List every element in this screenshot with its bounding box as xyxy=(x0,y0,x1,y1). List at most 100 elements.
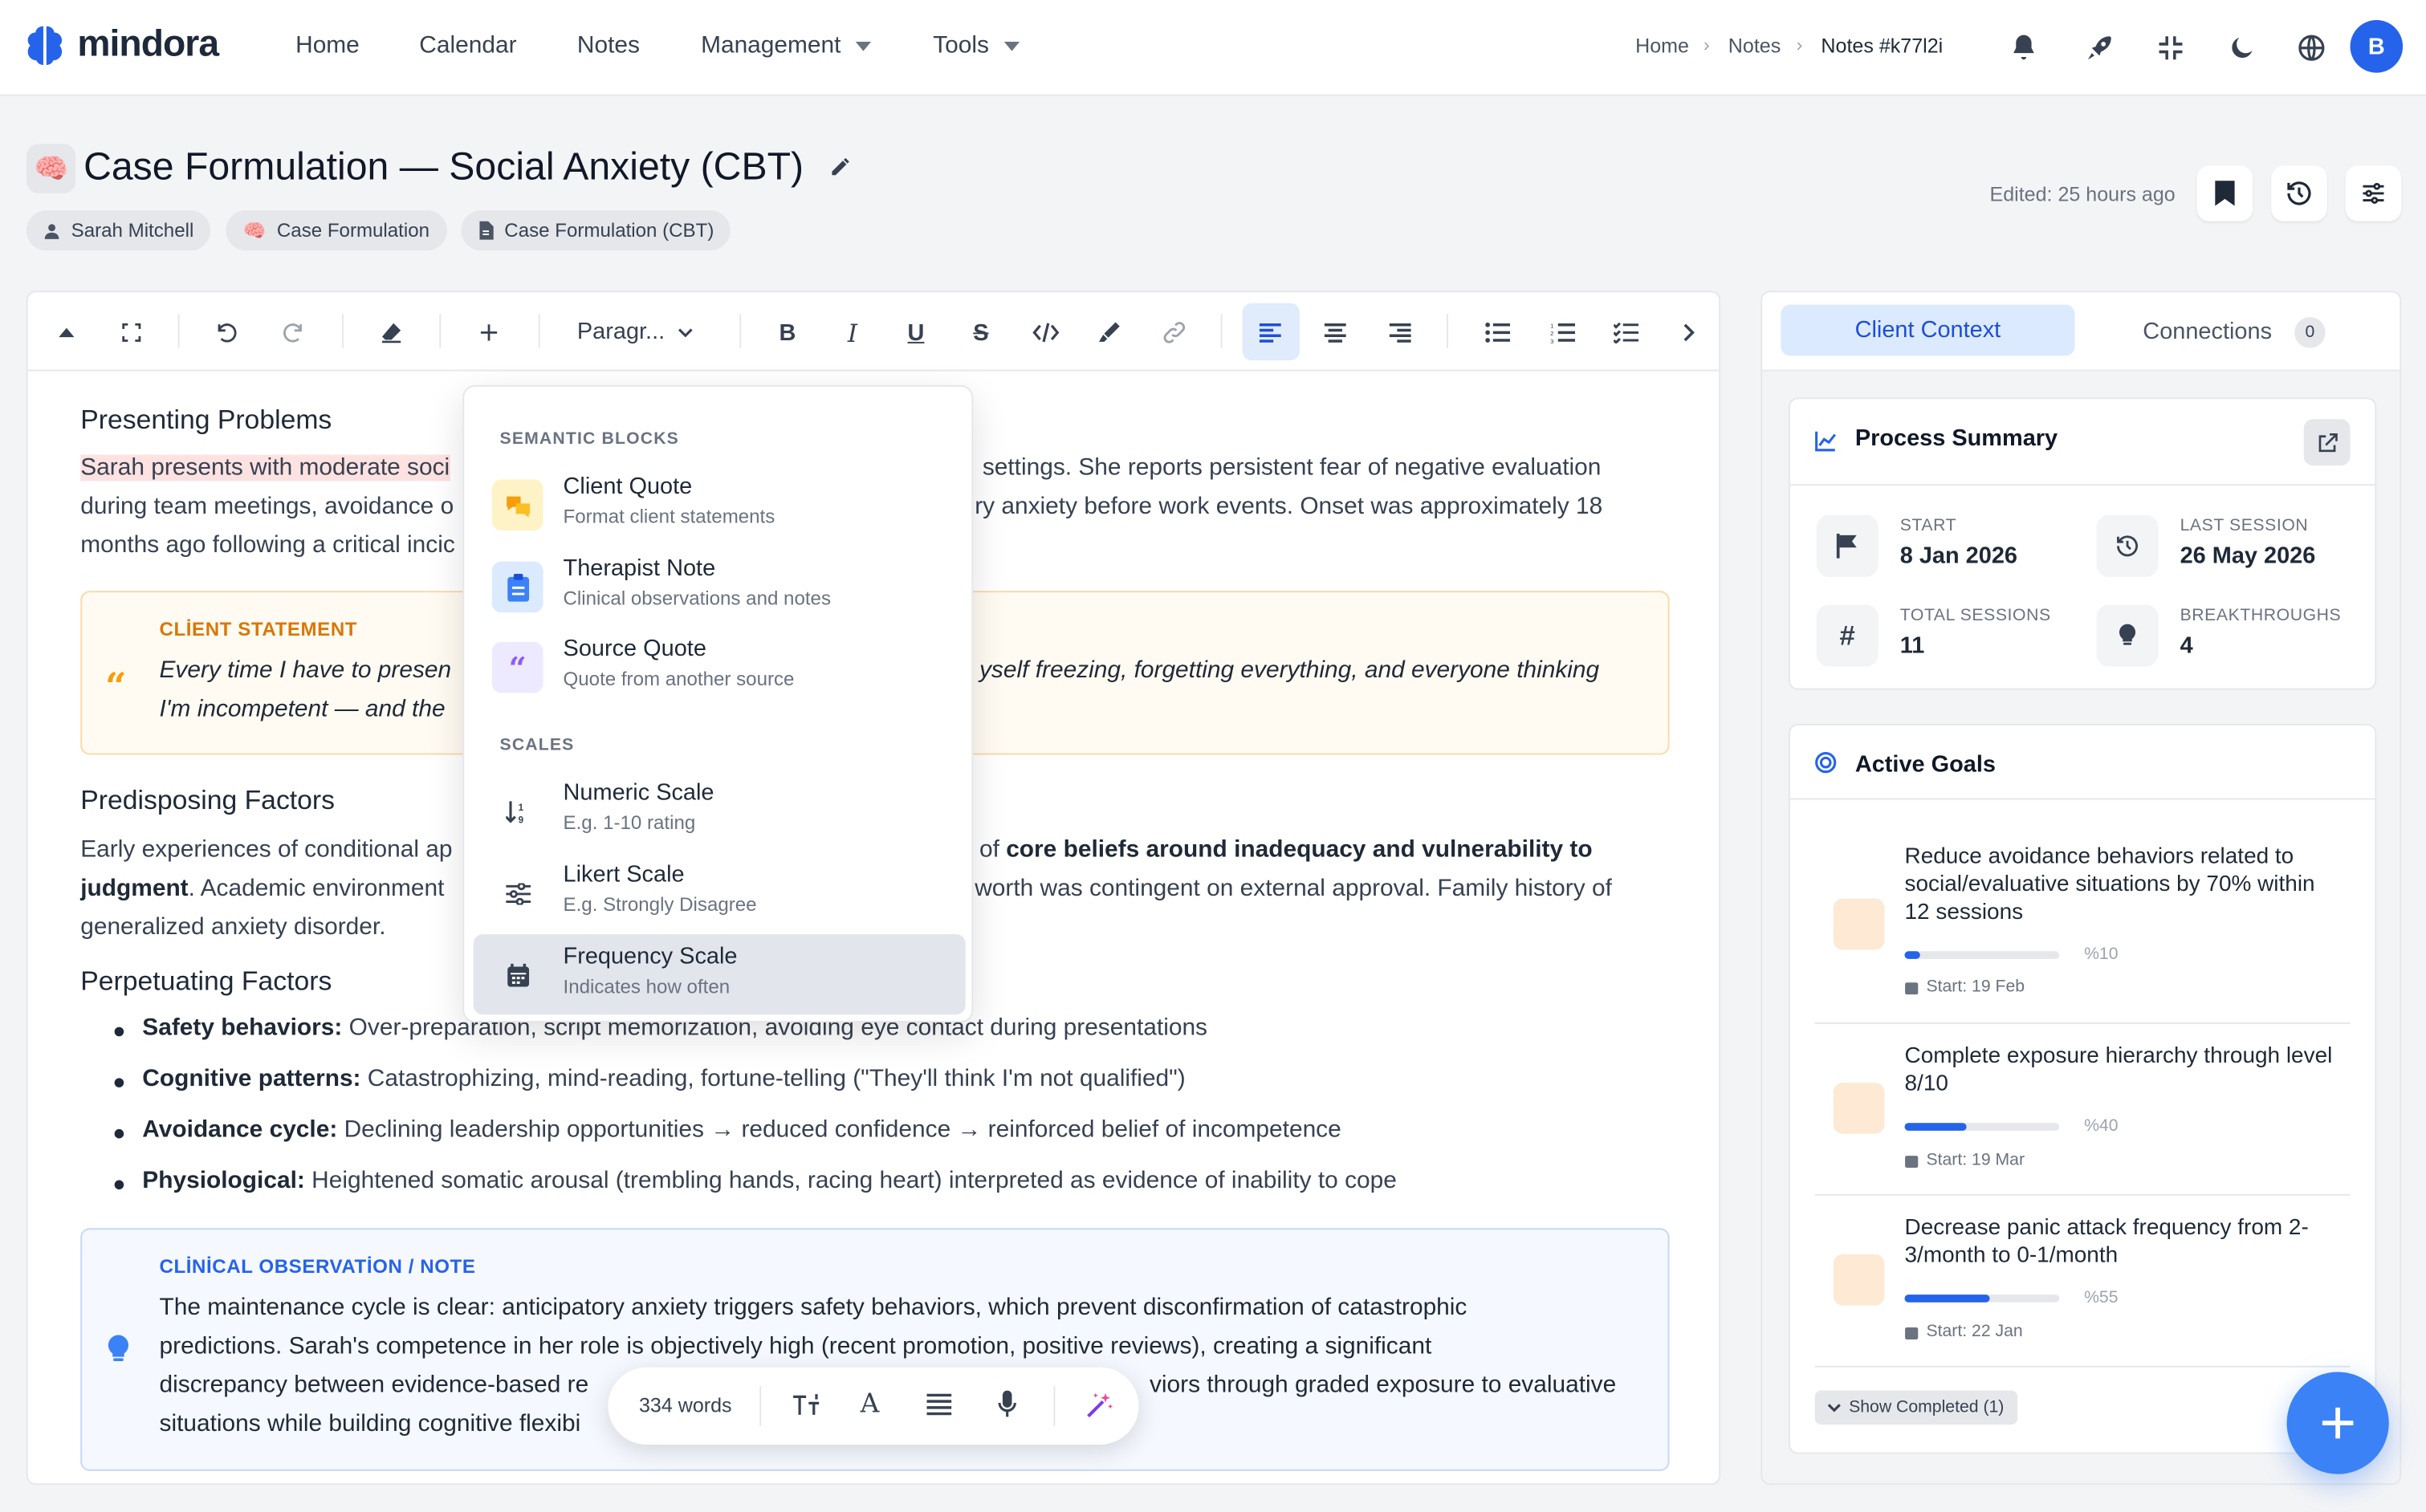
bold-text: core beliefs around inadequacy and vulne… xyxy=(1006,836,1593,864)
menu-item-frequency-scale[interactable]: Frequency Scale Indicates how often xyxy=(473,934,966,1015)
app-logo[interactable]: mindora xyxy=(25,22,219,67)
menu-item-source-quote[interactable]: “ Source Quote Quote from another source xyxy=(474,627,966,707)
goal-date-text: Start: 19 Mar xyxy=(1926,1150,2025,1170)
italic-button[interactable]: I xyxy=(832,312,873,352)
toolbar-more-button[interactable] xyxy=(1670,312,1710,352)
nav-notes[interactable]: Notes xyxy=(577,32,640,60)
clear-format-button[interactable] xyxy=(372,312,412,352)
align-right-button[interactable] xyxy=(1380,312,1420,352)
plus-icon xyxy=(2319,1404,2356,1441)
nav-calendar[interactable]: Calendar xyxy=(419,32,516,60)
bullet-label: Physiological: xyxy=(142,1168,305,1194)
fullscreen-button[interactable] xyxy=(112,312,152,352)
tab-connections[interactable]: Connections xyxy=(2143,319,2272,345)
globe-icon[interactable] xyxy=(2291,28,2331,68)
chat-bubbles-icon xyxy=(491,479,543,531)
menu-item-subtitle: Quote from another source xyxy=(563,668,795,690)
clipboard-icon xyxy=(491,561,543,613)
menu-item-client-quote[interactable]: Client Quote Format client statements xyxy=(474,464,966,544)
code-button[interactable] xyxy=(1026,312,1066,352)
redo-button[interactable] xyxy=(272,312,312,352)
collapse-toolbar-button[interactable] xyxy=(47,312,87,352)
bookmark-button[interactable] xyxy=(2196,165,2253,222)
nav-tools[interactable]: Tools xyxy=(933,32,1020,60)
align-justify-icon[interactable] xyxy=(926,1393,952,1416)
breadcrumb-notes[interactable]: Notes xyxy=(1728,34,1781,57)
show-completed-button[interactable]: Show Completed (1) xyxy=(1814,1390,2018,1425)
plus-icon xyxy=(478,322,500,343)
app-name: mindora xyxy=(77,22,219,65)
breadcrumb-home[interactable]: Home xyxy=(1635,34,1689,57)
lightbulb-icon xyxy=(2096,604,2159,667)
link-button[interactable] xyxy=(1154,312,1195,352)
highlighted-text: Sarah presents with moderate soci xyxy=(80,454,450,482)
rocket-icon[interactable] xyxy=(2079,28,2119,68)
numbered-list-button[interactable]: 123 xyxy=(1543,312,1583,352)
connections-count-badge: 0 xyxy=(2294,317,2326,348)
nav-management-label: Management xyxy=(701,32,841,59)
goal-item[interactable]: Complete exposure hierarchy through leve… xyxy=(1815,1043,2351,1181)
bookmark-icon xyxy=(2212,180,2237,208)
client-context-panel: Client Context Connections 0 Process Sum… xyxy=(1760,291,2402,1486)
underline-button[interactable]: U xyxy=(896,312,936,352)
tab-client-context[interactable]: Client Context xyxy=(1781,304,2075,356)
goal-text: Complete exposure hierarchy through leve… xyxy=(1904,1043,2333,1097)
menu-item-numeric-scale[interactable]: 19 Numeric Scale E.g. 1-10 rating xyxy=(474,770,966,851)
list-item: Avoidance cycle: Declining leadership op… xyxy=(114,1117,1341,1145)
font-icon[interactable]: A xyxy=(861,1389,880,1421)
settings-button[interactable] xyxy=(2345,165,2402,222)
moon-icon[interactable] xyxy=(2222,28,2262,68)
text-fragment: settings. She reports persistent fear of… xyxy=(982,454,1602,482)
bullet-list-button[interactable] xyxy=(1478,312,1518,352)
goal-progress-label: %40 xyxy=(2084,1116,2119,1136)
goal-date-text: Start: 22 Jan xyxy=(1926,1322,2023,1341)
client-statement-label: CLİENT STATEMENT xyxy=(159,618,358,640)
microphone-icon[interactable] xyxy=(998,1390,1016,1419)
align-left-button[interactable] xyxy=(1250,312,1290,352)
insert-block-button[interactable] xyxy=(469,312,509,352)
predisposing-line1-tail: of core beliefs around inadequacy and vu… xyxy=(979,831,1593,869)
text-fragment: I'm incompetent — and the xyxy=(159,696,446,723)
quote-icon: “ xyxy=(105,663,127,709)
nav-tools-label: Tools xyxy=(933,32,989,59)
strikethrough-button[interactable]: S xyxy=(961,312,1001,352)
goal-start-date: Start: 22 Jan xyxy=(1905,1323,2023,1341)
undo-button[interactable] xyxy=(207,312,247,352)
goal-item[interactable]: Decrease panic attack frequency from 2-3… xyxy=(1815,1214,2351,1353)
checklist-button[interactable] xyxy=(1606,312,1647,352)
magic-wand-icon[interactable] xyxy=(1085,1391,1114,1421)
goal-item[interactable]: Reduce avoidance behaviors related to so… xyxy=(1815,843,2351,1006)
paragraph-style-select[interactable]: Paragr... xyxy=(577,319,693,345)
toolbar-divider xyxy=(341,314,344,348)
align-center-button[interactable] xyxy=(1315,312,1355,352)
text-fragment: predictions. Sarah's competence in her r… xyxy=(159,1333,1432,1360)
chip-document[interactable]: Case Formulation (CBT) xyxy=(461,210,731,251)
chevron-down-icon xyxy=(678,327,693,337)
chip-template[interactable]: 🧠 Case Formulation xyxy=(226,210,447,251)
goal-date-text: Start: 19 Feb xyxy=(1926,978,2025,997)
chip-client[interactable]: Sarah Mitchell xyxy=(26,210,211,251)
open-external-button[interactable] xyxy=(2303,419,2351,466)
bell-icon[interactable] xyxy=(2004,28,2044,68)
text-fragment: Early experiences of conditional ap xyxy=(80,836,453,864)
bullet-label: Cognitive patterns: xyxy=(142,1065,361,1092)
menu-item-likert-scale[interactable]: Likert Scale E.g. Strongly Disagree xyxy=(474,852,966,933)
add-fab-button[interactable] xyxy=(2286,1372,2389,1474)
user-avatar[interactable]: B xyxy=(2350,20,2404,73)
bold-button[interactable]: B xyxy=(767,312,808,352)
menu-item-therapist-note[interactable]: Therapist Note Clinical observations and… xyxy=(474,546,966,626)
quote-icon: “ xyxy=(491,641,543,693)
align-right-icon xyxy=(1389,322,1411,343)
toolbar-divider xyxy=(1447,314,1448,348)
text-size-icon[interactable] xyxy=(791,1391,822,1419)
history-button[interactable] xyxy=(2271,165,2327,222)
text-fragment: during team meetings, avoidance o xyxy=(80,493,454,520)
active-goals-card: Active Goals Reduce avoidance behaviors … xyxy=(1788,723,2377,1454)
pencil-icon[interactable] xyxy=(829,156,851,178)
nav-management[interactable]: Management xyxy=(701,32,873,60)
chip-label: Sarah Mitchell xyxy=(71,219,194,242)
highlight-button[interactable] xyxy=(1089,312,1130,352)
calendar-icon xyxy=(492,949,543,1001)
nav-home[interactable]: Home xyxy=(295,32,360,60)
collapse-icon[interactable] xyxy=(2151,28,2191,68)
